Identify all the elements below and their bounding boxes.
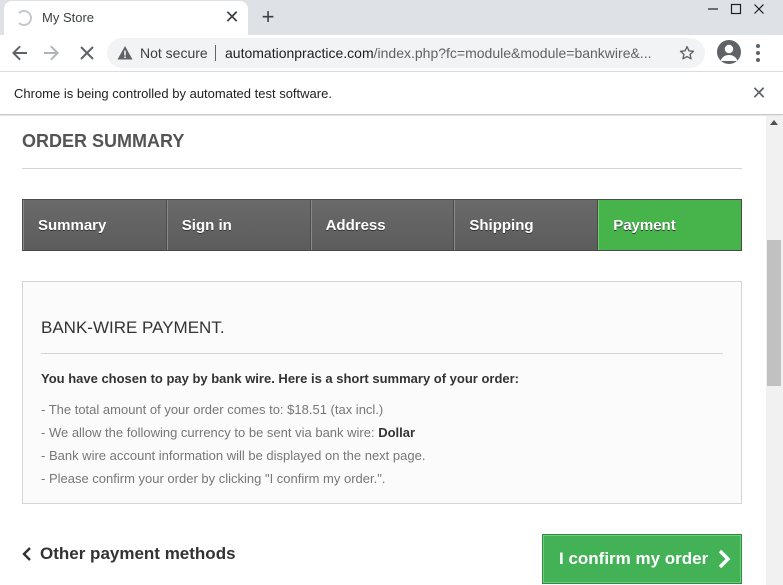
browser-toolbar: Not secure automationpractice.com/index.… [0, 35, 783, 71]
bankwire-summary-box: BANK-WIRE PAYMENT. You have chosen to pa… [22, 281, 742, 504]
tab-close-icon[interactable]: ✕ [222, 7, 242, 27]
loading-spinner-icon [16, 10, 32, 26]
scroll-up-arrow-icon[interactable] [770, 120, 778, 125]
step-summary[interactable]: Summary [23, 200, 167, 250]
page-viewport: ORDER SUMMARY Summary Sign in Address Sh… [0, 116, 766, 585]
infobar-message: Chrome is being controlled by automated … [14, 86, 332, 101]
step-address[interactable]: Address [310, 200, 455, 250]
other-payment-methods-label: Other payment methods [40, 544, 236, 563]
bookmark-star-icon[interactable] [678, 44, 696, 62]
stop-loading-icon[interactable] [73, 39, 101, 67]
not-secure-label[interactable]: Not secure [140, 45, 208, 61]
bankwire-lead: You have chosen to pay by bank wire. Her… [41, 371, 520, 386]
step-payment[interactable]: Payment [598, 200, 741, 250]
browser-tab[interactable]: My Store ✕ [4, 1, 248, 35]
confirm-order-label: I confirm my order [559, 549, 709, 568]
automation-infobar: Chrome is being controlled by automated … [0, 71, 783, 115]
box-divider [41, 353, 723, 354]
confirm-instruction-line: - Please confirm your order by clicking … [41, 471, 386, 486]
bankwire-title: BANK-WIRE PAYMENT. [41, 318, 225, 337]
account-info-line: - Bank wire account information will be … [41, 448, 426, 463]
page-title: ORDER SUMMARY [22, 131, 185, 151]
currency-value: Dollar [378, 425, 416, 440]
url-host: automationpractice.com [225, 45, 374, 61]
step-shipping[interactable]: Shipping [454, 200, 599, 250]
step-sign-in[interactable]: Sign in [166, 200, 311, 250]
address-bar[interactable]: Not secure automationpractice.com/index.… [107, 38, 705, 68]
scrollbar-thumb[interactable] [767, 240, 781, 386]
currency-line-text: - We allow the following currency to be … [41, 425, 379, 440]
confirm-order-button[interactable]: I confirm my order [542, 534, 742, 584]
other-payment-methods-link[interactable]: Other payment methods [22, 544, 236, 564]
heading-divider [22, 168, 742, 169]
url-path: /index.php?fc=module&module=bankwire&... [373, 45, 652, 61]
warning-triangle-icon[interactable] [117, 45, 133, 61]
back-arrow-icon[interactable] [6, 39, 34, 67]
chevron-right-icon [719, 549, 731, 569]
tab-title: My Store [42, 10, 95, 25]
close-window-icon[interactable] [736, 0, 782, 18]
url-text[interactable]: automationpractice.com/index.php?fc=modu… [225, 45, 659, 61]
infobar-close-icon[interactable]: ✕ [749, 83, 769, 103]
currency-line: - We allow the following currency to be … [41, 425, 415, 440]
total-amount-line: - The total amount of your order comes t… [41, 402, 384, 417]
tab-strip: My Store ✕ + [0, 0, 783, 35]
omnibox-divider [215, 45, 216, 61]
new-tab-button[interactable]: + [256, 3, 280, 31]
chevron-left-icon [22, 547, 31, 561]
forward-arrow-icon[interactable] [37, 39, 65, 67]
profile-avatar-icon[interactable] [717, 40, 741, 64]
checkout-steps: Summary Sign in Address Shipping Payment [22, 199, 742, 251]
more-vert-icon[interactable] [752, 40, 764, 66]
page-scrollbar[interactable] [766, 116, 783, 585]
